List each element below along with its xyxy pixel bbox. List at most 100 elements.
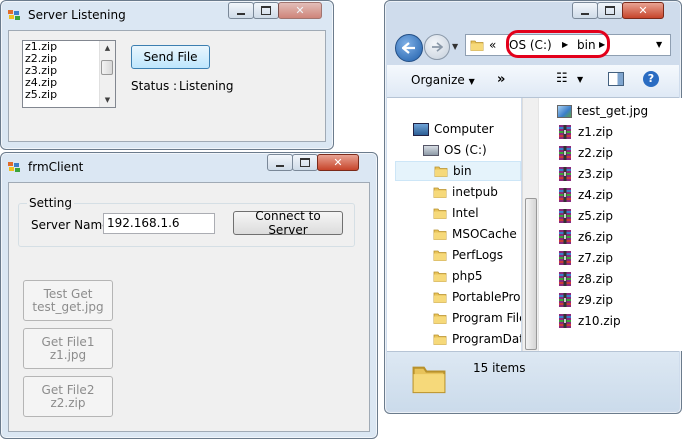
explorer-titlebar[interactable]: ✕ <box>385 1 681 29</box>
navigation-bar: ▼ « OS (C:) ▶ bin ▶ ▼ <box>385 29 681 65</box>
file-label: z2.zip <box>578 146 613 160</box>
forward-arrow-icon <box>432 42 443 52</box>
maximize-button[interactable] <box>597 2 623 19</box>
address-overflow[interactable]: « <box>489 38 496 52</box>
scroll-down-icon[interactable]: ▼ <box>100 93 115 107</box>
tree-label: bin <box>453 164 472 178</box>
zip-archive-icon <box>557 187 573 203</box>
tree-item-drive[interactable]: OS (C:) <box>423 140 487 160</box>
preview-pane-icon[interactable] <box>608 72 624 86</box>
file-item-zip[interactable]: z4.zip <box>557 185 613 205</box>
file-item-zip[interactable]: z8.zip <box>557 269 613 289</box>
history-dropdown-icon[interactable]: ▼ <box>452 42 458 51</box>
tree-item-perflogs[interactable]: PerfLogs <box>433 245 503 265</box>
address-highlight <box>506 30 610 58</box>
button-label: z2.zip <box>50 395 86 410</box>
get-file2-button[interactable]: Get File2 z2.zip <box>23 376 113 417</box>
explorer-window: ✕ ▼ « OS (C:) ▶ bin ▶ ▼ Organize ▼ » ☷ ▼… <box>384 0 682 414</box>
tree-item-programdata[interactable]: ProgramData <box>433 329 521 349</box>
tree-label: PortableProg <box>452 290 521 304</box>
file-item-zip[interactable]: z9.zip <box>557 290 613 310</box>
client-titlebar[interactable]: frmClient ✕ <box>1 153 377 181</box>
zip-archive-icon <box>557 208 573 224</box>
tree-label: PerfLogs <box>452 248 504 262</box>
help-icon[interactable]: ? <box>643 71 659 87</box>
tree-label: MSOCache <box>452 227 517 241</box>
button-label: Get File1 <box>41 334 95 349</box>
folder-icon <box>433 290 447 304</box>
zip-archive-icon <box>557 292 573 308</box>
close-button[interactable]: ✕ <box>622 2 664 19</box>
folder-icon <box>433 248 447 262</box>
address-bar[interactable]: « OS (C:) ▶ bin ▶ ▼ <box>465 30 671 58</box>
zip-archive-icon <box>557 229 573 245</box>
tree-label: Program Files <box>452 311 521 325</box>
connect-server-button[interactable]: Connect to Server <box>233 209 343 237</box>
server-client-area: z1.zip z2.zip z3.zip z4.zip z5.zip ▲ ▼ S… <box>8 30 326 142</box>
maximize-button[interactable] <box>253 2 279 19</box>
tree-label: inetpub <box>452 185 498 199</box>
maximize-button[interactable] <box>292 154 318 171</box>
tree-item-msocache[interactable]: MSOCache <box>433 224 517 244</box>
file-item-zip[interactable]: z3.zip <box>557 164 613 184</box>
file-list: test_get.jpg z1.zip z2.zip z3.zip z4.zip… <box>538 98 682 351</box>
close-button[interactable]: ✕ <box>278 2 322 19</box>
chevron-down-icon: ▼ <box>468 77 475 86</box>
image-file-icon <box>557 104 572 118</box>
get-file1-button[interactable]: Get File1 z1.jpg <box>23 328 113 369</box>
maximize-icon <box>261 6 271 15</box>
tree-label: Computer <box>434 122 494 136</box>
more-commands-button[interactable]: » <box>497 72 505 87</box>
test-get-button[interactable]: Test Get test_get.jpg <box>23 280 113 321</box>
file-item-zip[interactable]: z1.zip <box>557 122 613 142</box>
maximize-icon <box>300 158 310 167</box>
navigation-tree: Computer OS (C:) bin inetpub Intel MSOCa… <box>387 98 521 351</box>
view-options-icon[interactable]: ☷ <box>556 71 568 86</box>
minimize-button[interactable] <box>228 2 254 19</box>
tree-item-inetpub[interactable]: inetpub <box>433 182 498 202</box>
tree-item-bin[interactable]: bin <box>395 161 521 181</box>
list-scrollbar[interactable]: ▲ ▼ <box>99 41 115 107</box>
zip-archive-icon <box>557 271 573 287</box>
tree-item-portableprog[interactable]: PortableProg <box>433 287 521 307</box>
file-label: z3.zip <box>578 167 613 181</box>
tree-item-computer[interactable]: Computer <box>413 119 494 139</box>
tree-label: php5 <box>452 269 483 283</box>
tree-item-program-files[interactable]: Program Files <box>433 308 521 328</box>
minimize-icon <box>276 164 284 167</box>
file-label: z10.zip <box>578 314 621 328</box>
chevron-down-icon[interactable]: ▼ <box>656 40 662 49</box>
send-file-button[interactable]: Send File <box>131 45 210 69</box>
file-item-test-get-jpg[interactable]: test_get.jpg <box>557 101 648 121</box>
computer-icon <box>413 122 429 136</box>
minimize-button[interactable] <box>572 2 598 19</box>
file-item-zip[interactable]: z6.zip <box>557 227 613 247</box>
file-item-zip[interactable]: z10.zip <box>557 311 621 331</box>
file-item-zip[interactable]: z5.zip <box>557 206 613 226</box>
forward-button[interactable] <box>424 34 450 60</box>
button-label: Test Get <box>43 286 93 301</box>
organize-menu[interactable]: Organize ▼ <box>411 73 475 87</box>
minimize-button[interactable] <box>267 154 293 171</box>
server-titlebar[interactable]: Server Listening ✕ <box>1 1 333 29</box>
tree-scrollbar[interactable] <box>522 98 538 351</box>
tree-item-php5[interactable]: php5 <box>433 266 482 286</box>
app-icon <box>8 10 20 20</box>
back-button[interactable] <box>395 34 423 62</box>
file-item-zip[interactable]: z2.zip <box>557 143 613 163</box>
scroll-up-icon[interactable]: ▲ <box>100 41 115 55</box>
folder-icon <box>470 38 484 52</box>
scroll-thumb[interactable] <box>525 198 537 350</box>
close-icon: ✕ <box>638 4 648 17</box>
server-name-input[interactable]: 192.168.1.6 <box>103 213 215 234</box>
scroll-thumb[interactable] <box>101 60 113 75</box>
tree-label: Intel <box>452 206 479 220</box>
close-button[interactable]: ✕ <box>317 154 359 171</box>
item-count: 15 items <box>473 361 526 375</box>
back-arrow-icon <box>402 42 415 54</box>
chevron-down-icon[interactable]: ▼ <box>577 75 583 84</box>
file-listbox[interactable]: z1.zip z2.zip z3.zip z4.zip z5.zip ▲ ▼ <box>22 40 116 108</box>
file-item-zip[interactable]: z7.zip <box>557 248 613 268</box>
folder-icon <box>433 206 447 220</box>
tree-item-intel[interactable]: Intel <box>433 203 479 223</box>
